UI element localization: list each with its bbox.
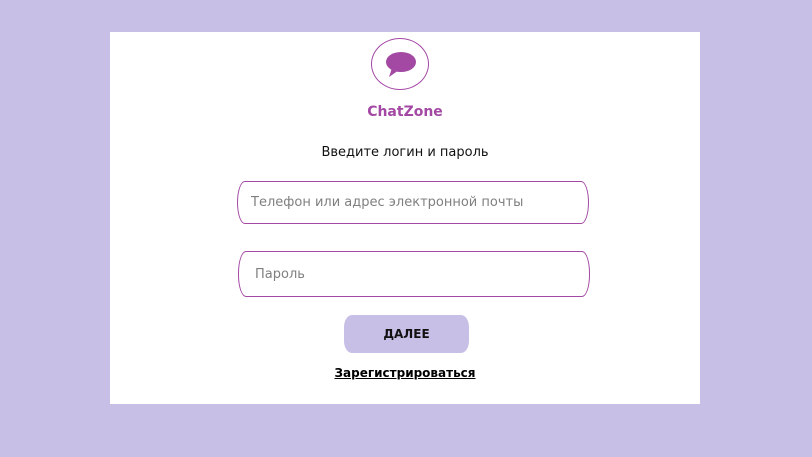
password-input[interactable] — [239, 252, 589, 296]
login-input[interactable] — [238, 182, 588, 223]
next-button[interactable]: ДАЛЕЕ — [344, 315, 469, 353]
login-card: ChatZone Введите логин и пароль ДАЛЕЕ За… — [110, 32, 700, 404]
login-field-wrapper — [237, 181, 589, 224]
register-link-container: Зарегистрироваться — [110, 366, 700, 380]
app-logo — [371, 38, 429, 90]
app-name: ChatZone — [367, 104, 443, 120]
speech-bubble-icon — [386, 52, 416, 77]
password-field-wrapper — [238, 251, 590, 297]
login-prompt: Введите логин и пароль — [321, 145, 489, 160]
register-link[interactable]: Зарегистрироваться — [335, 366, 476, 380]
